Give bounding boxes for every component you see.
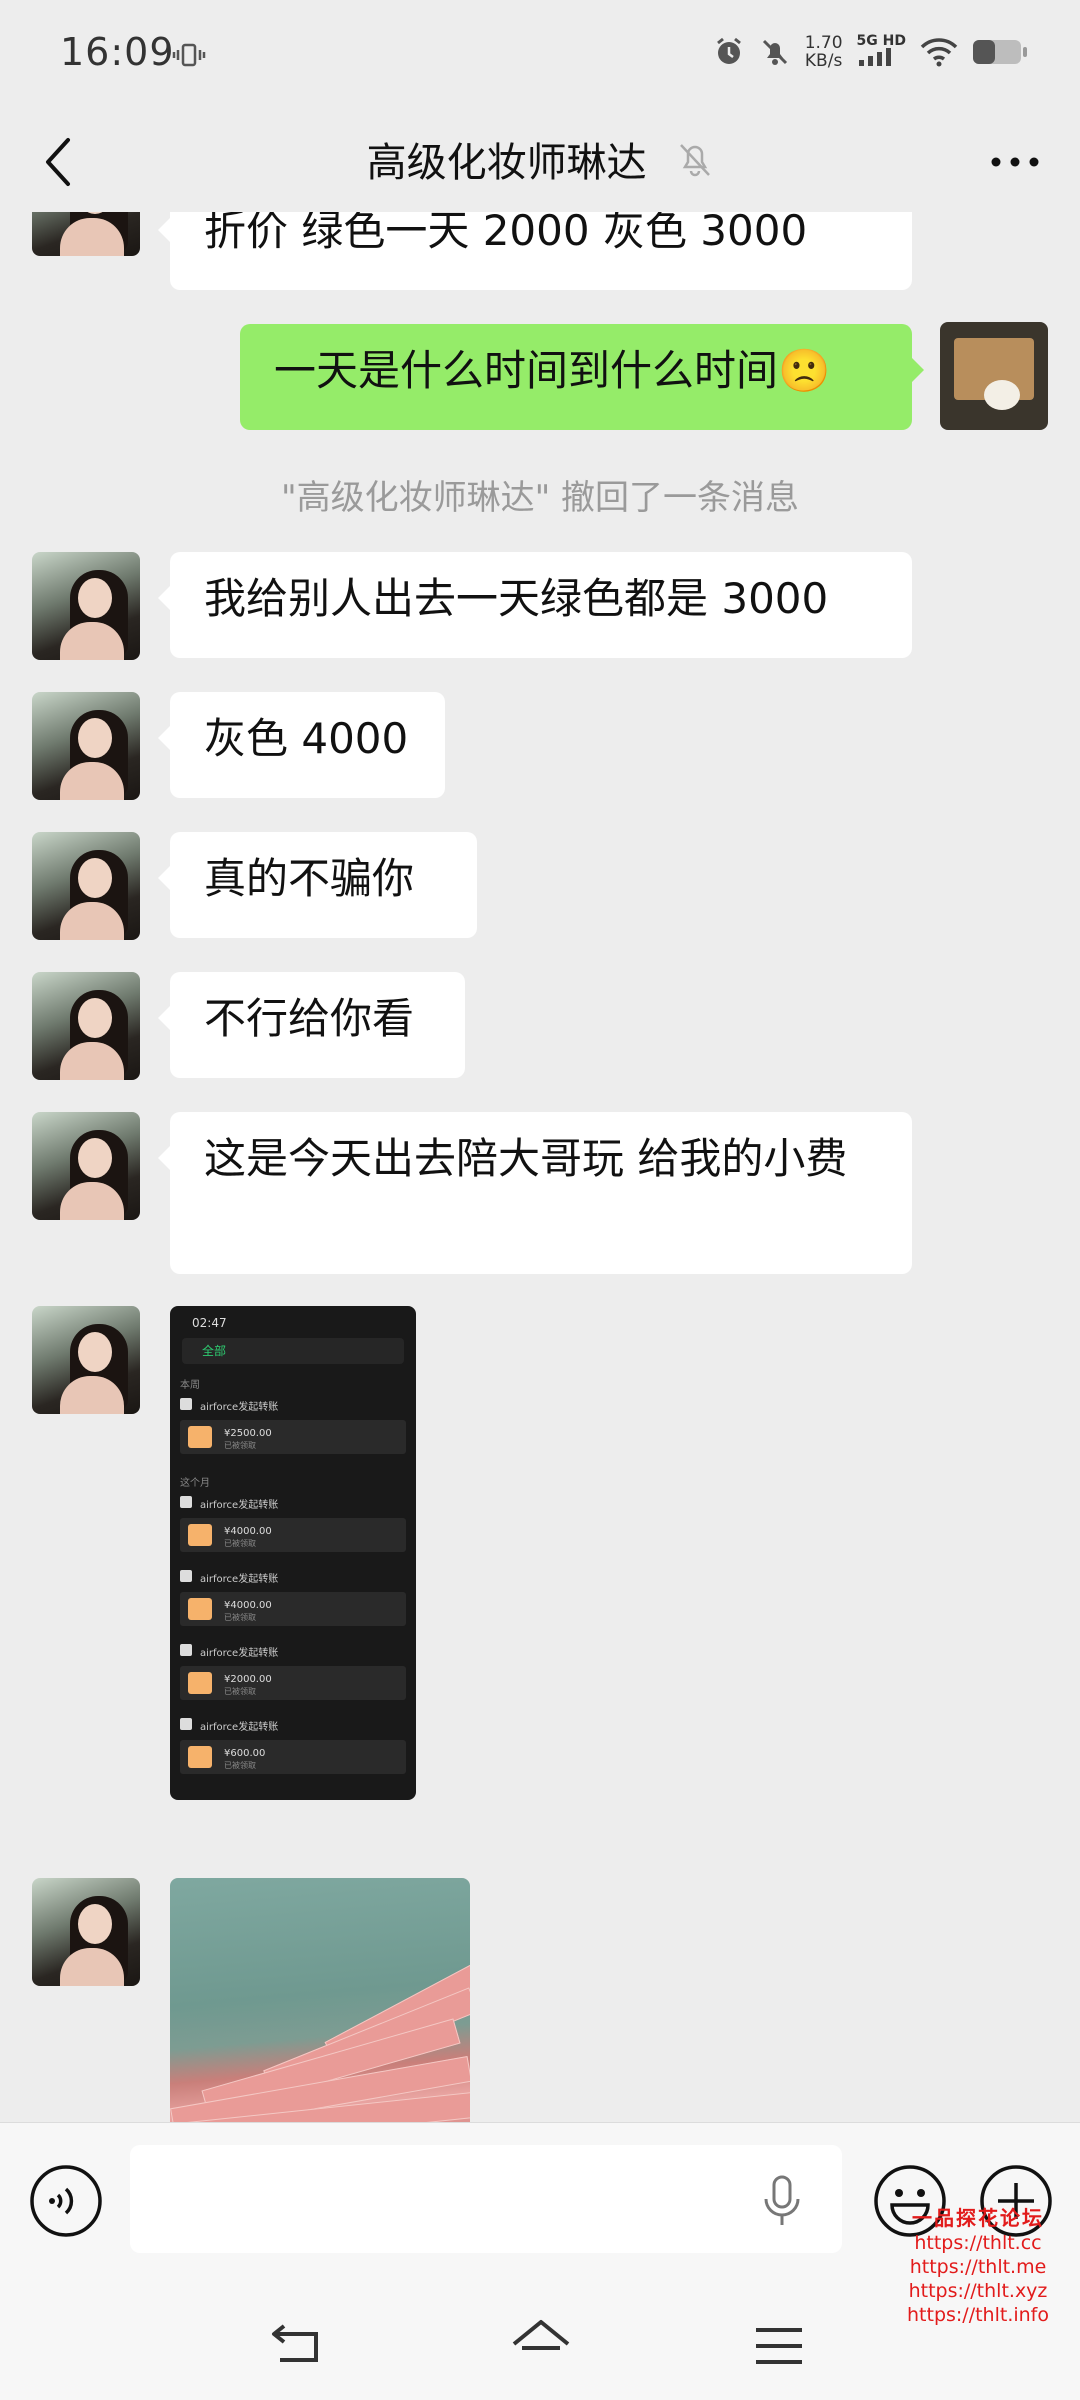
screenshot-section-label: 本周: [180, 1380, 200, 1391]
watermark-url: https://thlt.cc: [914, 2232, 1042, 2254]
transfer-amount: ¥2500.00: [224, 1428, 272, 1439]
message-list[interactable]: 折价 绿色一天 2000 灰色 3000 一天是什么时间到什么时间🙁 "高级化妆…: [0, 212, 1080, 2122]
watermark-url: https://thlt.me: [909, 2256, 1047, 2278]
silent-icon: [762, 39, 787, 65]
transfer-amount: ¥2000.00: [224, 1674, 272, 1685]
bell-off-icon: [680, 144, 711, 177]
watermark-url: https://thlt.info: [907, 2304, 1049, 2326]
status-bar: 16:09 1.70 KB/s 5G HD: [0, 0, 1080, 112]
message-text: 一天是什么时间到什么时间🙁: [274, 346, 831, 395]
message-text: 我给别人出去一天绿色都是 3000: [204, 574, 829, 623]
contact-avatar[interactable]: [32, 692, 140, 800]
net-speed: 1.70 KB/s: [805, 34, 843, 70]
message-text: 折价 绿色一天 2000 灰色 3000: [204, 212, 808, 255]
transfer-amount: ¥4000.00: [224, 1526, 272, 1537]
wifi-icon: [920, 38, 958, 67]
image-message-photo[interactable]: [170, 1878, 470, 2122]
message-bubble[interactable]: 这是今天出去陪大哥玩 给我的小费: [158, 1112, 912, 1274]
battery-icon: [973, 40, 1027, 64]
message-input[interactable]: [130, 2145, 842, 2253]
alarm-icon: [716, 37, 741, 64]
network-type: 5G HD: [856, 33, 906, 49]
vibrate-icon: [172, 43, 206, 67]
net-speed-unit: KB/s: [804, 51, 843, 71]
chat-header: 高级化妆师琳达: [0, 112, 1080, 212]
message-bubble[interactable]: 真的不骗你: [158, 832, 477, 938]
message-text: 真的不骗你: [204, 854, 415, 903]
more-dots-icon[interactable]: [988, 140, 1042, 184]
screenshot-section-label: 这个月: [180, 1478, 210, 1489]
message-bubble[interactable]: 灰色 4000: [158, 692, 445, 798]
contact-avatar[interactable]: [32, 212, 140, 256]
message-text: 这是今天出去陪大哥玩 给我的小费: [204, 1134, 848, 1183]
voice-icon[interactable]: [28, 2163, 104, 2239]
my-avatar[interactable]: [940, 322, 1048, 430]
contact-avatar[interactable]: [32, 552, 140, 660]
signal-indicator: 5G HD: [857, 34, 906, 70]
transfer-amount: ¥4000.00: [224, 1600, 272, 1611]
nav-home-icon[interactable]: [510, 2318, 572, 2370]
signal-icon: [858, 48, 891, 66]
watermark-title: 一品探花论坛: [912, 2206, 1044, 2230]
transfer-status: 已被领取: [224, 1539, 256, 1548]
message-bubble[interactable]: 不行给你看: [158, 972, 465, 1078]
image-message-screenshot[interactable]: 02:47 全部 本周 airforce发起转账 ¥2500.00 已被领取 这…: [170, 1306, 416, 1800]
status-time: 16:09: [60, 30, 175, 74]
nav-back-icon[interactable]: [270, 2322, 326, 2366]
contact-avatar[interactable]: [32, 972, 140, 1080]
transfer-status: 已被领取: [224, 1761, 256, 1770]
watermark-url: https://thlt.xyz: [908, 2280, 1048, 2302]
transfer-title: airforce发起转账: [200, 1402, 279, 1413]
recall-notice: "高级化妆师琳达" 撤回了一条消息: [280, 478, 800, 518]
contact-avatar[interactable]: [32, 1306, 140, 1414]
chat-title: 高级化妆师琳达: [366, 140, 647, 186]
contact-avatar[interactable]: [32, 1112, 140, 1220]
watermark: 一品探花论坛 https://thlt.cc https://thlt.me h…: [898, 2202, 1058, 2327]
net-speed-value: 1.70: [804, 33, 843, 53]
contact-avatar[interactable]: [32, 1878, 140, 1986]
microphone-icon[interactable]: [762, 2175, 802, 2227]
transfer-amount: ¥600.00: [224, 1748, 266, 1759]
message-text: 不行给你看: [204, 994, 415, 1043]
transfer-title: airforce发起转账: [200, 1648, 279, 1659]
screenshot-status-time: 02:47: [192, 1316, 227, 1330]
transfer-title: airforce发起转账: [200, 1500, 279, 1511]
message-bubble[interactable]: 折价 绿色一天 2000 灰色 3000: [158, 212, 912, 290]
my-message-bubble[interactable]: 一天是什么时间到什么时间🙁: [240, 324, 924, 430]
transfer-title: airforce发起转账: [200, 1722, 279, 1733]
transfer-title: airforce发起转账: [200, 1574, 279, 1585]
transfer-status: 已被领取: [224, 1441, 256, 1450]
message-bubble[interactable]: 我给别人出去一天绿色都是 3000: [158, 552, 912, 658]
transfer-status: 已被领取: [224, 1687, 256, 1696]
nav-menu-icon[interactable]: [754, 2326, 804, 2366]
message-text: 灰色 4000: [204, 714, 409, 763]
contact-avatar[interactable]: [32, 832, 140, 940]
chat-title-row: 高级化妆师琳达: [0, 130, 1080, 188]
transfer-status: 已被领取: [224, 1613, 256, 1622]
screenshot-search-label: 全部: [202, 1344, 227, 1358]
